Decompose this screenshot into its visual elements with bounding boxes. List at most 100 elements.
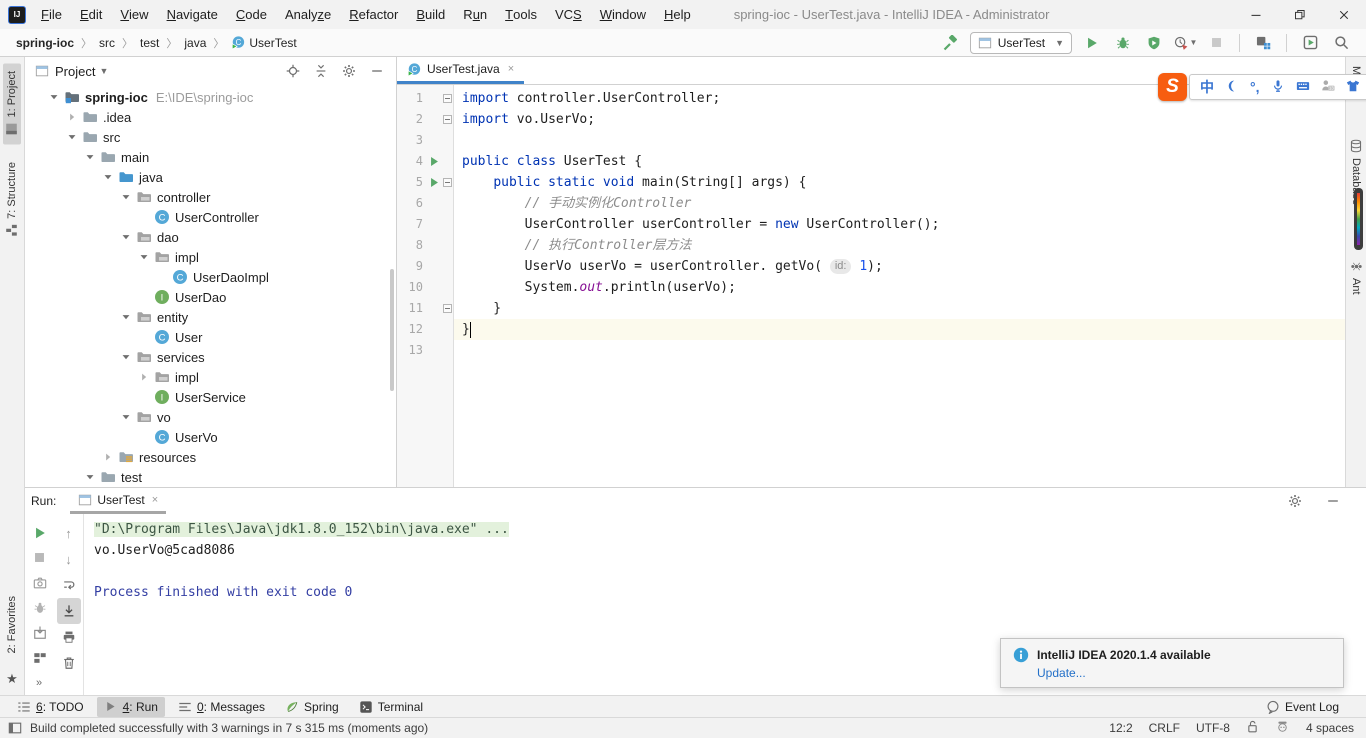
fold-icon[interactable]	[443, 304, 452, 313]
editor-tab-usertest[interactable]: C UserTest.java ×	[397, 57, 525, 84]
more-actions-button[interactable]: »	[28, 670, 52, 695]
stripe-item-1-project[interactable]: 1: Project	[3, 63, 21, 145]
build-button[interactable]	[939, 32, 961, 54]
dump-threads-button[interactable]	[28, 570, 52, 595]
tree-row[interactable]: resources	[25, 447, 396, 467]
settings-button[interactable]	[340, 62, 358, 80]
project-structure-button[interactable]	[1252, 32, 1274, 54]
restore-layout-button[interactable]	[28, 645, 52, 670]
code-line-11[interactable]: 11 }	[397, 298, 1345, 319]
menu-navigate[interactable]: Navigate	[158, 0, 227, 29]
tree-row[interactable]: src	[25, 127, 396, 147]
stripe-item-ant[interactable]: Ant	[1347, 252, 1365, 302]
chevron-down-icon[interactable]	[118, 192, 134, 202]
run-config-select[interactable]: UserTest ▼	[969, 31, 1072, 54]
menu-code[interactable]: Code	[227, 0, 276, 29]
menu-tools[interactable]: Tools	[496, 0, 546, 29]
restore-button[interactable]	[1278, 0, 1322, 29]
code-line-9[interactable]: 9 UserVo userVo = userController. getVo(…	[397, 256, 1345, 277]
tree-row[interactable]: main	[25, 147, 396, 167]
code-line-13[interactable]: 13	[397, 340, 1345, 361]
readonly-toggle[interactable]	[1246, 720, 1260, 737]
hide-run-panel-button[interactable]	[1322, 490, 1344, 512]
ime-voice-input[interactable]	[1271, 79, 1285, 96]
collapse-all-button[interactable]	[312, 62, 330, 80]
tree-row[interactable]: dao	[25, 227, 396, 247]
breadcrumb-item[interactable]: C UserTest	[231, 36, 297, 50]
breadcrumb-item[interactable]: test	[140, 36, 159, 50]
chevron-right-icon[interactable]	[136, 372, 152, 382]
code-line-12[interactable]: 12}	[397, 319, 1345, 340]
tool-window-button-terminal[interactable]: Terminal	[352, 697, 430, 717]
tree-row[interactable]: entity	[25, 307, 396, 327]
tree-row[interactable]: I UserService	[25, 387, 396, 407]
chevron-down-icon[interactable]: ▼	[99, 66, 108, 76]
debug-button[interactable]	[1112, 32, 1134, 54]
minimize-button[interactable]	[1234, 0, 1278, 29]
code-line-2[interactable]: 2 import vo.UserVo;	[397, 109, 1345, 130]
chevron-right-icon[interactable]	[64, 112, 80, 122]
ime-chinese-mode[interactable]: 中	[1200, 77, 1214, 97]
run-tab-usertest[interactable]: UserTest ×	[70, 488, 167, 514]
stripe-item-2-favorites[interactable]: 2: Favorites	[4, 588, 20, 661]
tree-row[interactable]: .idea	[25, 107, 396, 127]
fold-icon[interactable]	[443, 94, 452, 103]
menu-window[interactable]: Window	[591, 0, 655, 29]
ime-login[interactable]: 13	[1321, 78, 1335, 96]
menu-view[interactable]: View	[111, 0, 157, 29]
chevron-right-icon[interactable]	[100, 452, 116, 462]
tool-window-button-run[interactable]: 4: Run	[96, 696, 165, 717]
chevron-down-icon[interactable]	[64, 132, 80, 142]
cursor-position[interactable]: 12:2	[1109, 721, 1132, 735]
clear-all-button[interactable]	[57, 650, 81, 676]
chevron-down-icon[interactable]	[118, 232, 134, 242]
up-stack-trace-button[interactable]: ↑	[57, 520, 81, 546]
ime-skin[interactable]	[1346, 79, 1360, 96]
menu-refactor[interactable]: Refactor	[340, 0, 407, 29]
tree-row[interactable]: C UserController	[25, 207, 396, 227]
code-line-3[interactable]: 3	[397, 130, 1345, 151]
run-gutter-icon[interactable]	[429, 177, 440, 188]
scroll-to-end-button[interactable]	[56, 598, 81, 624]
run-with-coverage-button[interactable]	[1143, 32, 1165, 54]
ime-fullhalf-mode[interactable]	[1225, 79, 1239, 96]
code-line-4[interactable]: 4 public class UserTest {	[397, 151, 1345, 172]
build-status-message[interactable]: Build completed successfully with 3 warn…	[30, 721, 428, 735]
breadcrumb-item[interactable]: spring-ioc	[16, 36, 74, 50]
project-scrollbar[interactable]	[390, 269, 394, 391]
hide-panel-button[interactable]	[368, 62, 386, 80]
chevron-down-icon[interactable]	[136, 252, 152, 262]
tree-row[interactable]: vo	[25, 407, 396, 427]
ime-punctuation-mode[interactable]: °,	[1250, 79, 1260, 95]
run-button[interactable]	[1081, 32, 1103, 54]
indent-info[interactable]: 4 spaces	[1306, 721, 1354, 735]
profiler-button[interactable]: ▼	[1174, 32, 1197, 54]
tree-row[interactable]: java	[25, 167, 396, 187]
down-stack-trace-button[interactable]: ↓	[57, 546, 81, 572]
code-line-5[interactable]: 5 public static void main(String[] args)…	[397, 172, 1345, 193]
update-link[interactable]: Update...	[1037, 666, 1331, 680]
tree-row[interactable]: I UserDao	[25, 287, 396, 307]
stop-process-button[interactable]	[28, 545, 52, 570]
menu-vcs[interactable]: VC S	[546, 0, 591, 29]
tree-row[interactable]: C UserDaoImpl	[25, 267, 396, 287]
sogou-logo-icon[interactable]: S	[1158, 73, 1187, 101]
breadcrumb-item[interactable]: java	[184, 36, 206, 50]
run-gutter-icon[interactable]	[429, 156, 440, 167]
tree-row[interactable]: services	[25, 347, 396, 367]
tool-window-button-spring[interactable]: Spring	[278, 697, 346, 717]
run-anything-button[interactable]	[1299, 32, 1321, 54]
tree-row[interactable]: test	[25, 467, 396, 487]
stripe-item-7-structure[interactable]: 7: Structure	[3, 154, 21, 246]
code-line-7[interactable]: 7 UserController userController = new Us…	[397, 214, 1345, 235]
fold-icon[interactable]	[443, 178, 452, 187]
tool-window-toggle-icon[interactable]	[8, 721, 22, 735]
menu-analyze[interactable]: Analy z e	[276, 0, 340, 29]
ide-face[interactable]	[1276, 720, 1290, 737]
line-separator[interactable]: CRLF	[1149, 721, 1180, 735]
update-notification[interactable]: IntelliJ IDEA 2020.1.4 available Update.…	[1000, 638, 1344, 688]
tree-row[interactable]: spring-ioc E:\IDE\spring-ioc	[25, 87, 396, 107]
favorites-star-icon[interactable]: ★	[6, 671, 18, 687]
restart-debug-button[interactable]	[28, 595, 52, 620]
code-editor[interactable]: 1 import controller.UserController; 2 impor…	[397, 85, 1345, 487]
